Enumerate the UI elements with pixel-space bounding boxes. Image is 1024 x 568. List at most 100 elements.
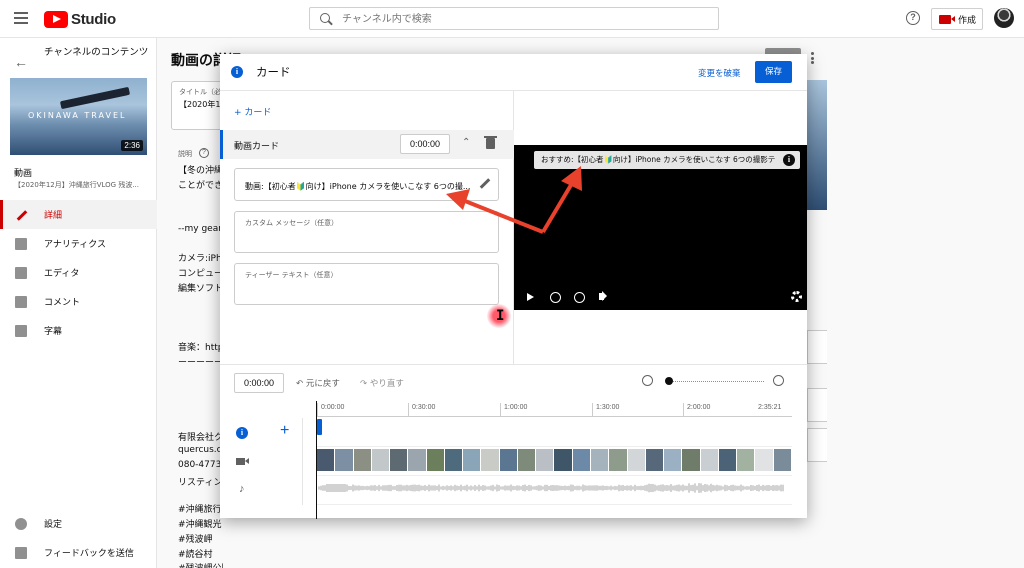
thumbnail-brand-text: OKINAWA TRAVEL: [28, 111, 127, 120]
more-vert-icon[interactable]: [811, 52, 814, 64]
cards-track[interactable]: [317, 418, 792, 447]
save-button[interactable]: 保存: [755, 61, 792, 83]
chevron-up-icon[interactable]: ⌃: [462, 137, 470, 148]
edit-pencil-icon[interactable]: [479, 177, 491, 189]
search-icon: [320, 13, 330, 23]
filmstrip-frame: [627, 449, 646, 471]
menu-icon[interactable]: [14, 12, 28, 24]
description-line: --my gear--: [178, 224, 223, 234]
sidebar-item-label: 設定: [44, 520, 63, 530]
video-camera-icon: [939, 14, 955, 24]
feedback-icon: [15, 546, 27, 559]
comment-icon: [15, 295, 27, 308]
sidebar-item-label: エディタ: [44, 269, 80, 279]
playhead[interactable]: [316, 401, 317, 519]
account-avatar[interactable]: [994, 8, 1014, 28]
add-card-icon[interactable]: +: [280, 422, 289, 440]
zoom-out-icon[interactable]: [642, 375, 653, 386]
volume-icon[interactable]: [599, 291, 607, 301]
video-camera-icon: [236, 458, 249, 465]
back-arrow-icon[interactable]: ←: [14, 54, 28, 70]
description-line: ことができ: [178, 181, 223, 191]
sidebar: ← チャンネルのコンテンツ OKINAWA TRAVEL 2:36 動画 【20…: [0, 38, 157, 568]
forward-icon[interactable]: [574, 292, 585, 303]
channel-content-link[interactable]: チャンネルのコンテンツ: [44, 46, 149, 59]
background-edit-box[interactable]: [807, 428, 827, 462]
ruler-tick-label: 1:30:00: [592, 403, 619, 417]
play-icon[interactable]: [527, 293, 534, 301]
sidebar-item-comments[interactable]: コメント: [0, 287, 157, 316]
linked-video-field[interactable]: 動画:【初心者🔰向け】iPhone カメラを使いこなす 6つの撮...: [234, 168, 499, 201]
rewind-icon[interactable]: [550, 292, 561, 303]
info-icon[interactable]: i: [783, 154, 795, 166]
help-icon[interactable]: ?: [199, 148, 209, 158]
title-field-value: 【2020年12: [179, 100, 226, 109]
youtube-studio-logo[interactable]: Studio: [44, 10, 116, 28]
background-dropdown[interactable]: [807, 330, 827, 364]
description-line: #沖縄旅行: [178, 505, 222, 515]
card-preview-player[interactable]: おすすめ:【初心者🔰向け】iPhone カメラを使いこなす 6つの撮影テ... …: [514, 145, 807, 310]
filmstrip-frame: [335, 449, 354, 471]
pencil-icon: [15, 209, 27, 221]
filmstrip-frame: [737, 449, 756, 471]
teaser-text-placeholder: ティーザー テキスト（任意）: [245, 271, 338, 279]
music-note-icon: ♪: [239, 483, 245, 495]
background-edit-box[interactable]: [807, 388, 827, 422]
zoom-in-icon[interactable]: [773, 375, 784, 386]
zoom-slider-knob[interactable]: [665, 377, 673, 385]
filmstrip-frame: [554, 449, 573, 471]
cards-track-header: i +: [220, 418, 303, 447]
filmstrip-frame: [700, 449, 719, 471]
create-button[interactable]: 作成: [931, 8, 983, 30]
ruler-tick-label: 2:35:21: [758, 404, 782, 411]
custom-message-field[interactable]: カスタム メッセージ（任意）: [234, 211, 499, 253]
youtube-play-icon: [44, 10, 68, 28]
sidebar-item-feedback[interactable]: フィードバックを送信: [0, 538, 157, 567]
description-line: リスティン: [178, 478, 223, 488]
filmstrip-frame: [390, 449, 409, 471]
description-line: #残波岬公園: [178, 561, 223, 568]
description-line: カメラ:iPh: [178, 254, 222, 264]
sidebar-item-label: フィードバックを送信: [44, 549, 134, 559]
discard-changes-button[interactable]: 変更を破棄: [698, 67, 741, 79]
filmstrip-frame: [371, 449, 391, 471]
gear-icon[interactable]: [791, 291, 802, 302]
sidebar-item-subtitles[interactable]: 字幕: [0, 316, 157, 345]
subtitles-icon: [15, 324, 27, 337]
undo-button[interactable]: ↶ 元に戻す: [296, 377, 340, 389]
add-card-button[interactable]: + カード: [234, 105, 271, 118]
redo-button[interactable]: ↷ やり直す: [360, 377, 404, 389]
filmstrip-frame: [481, 449, 500, 471]
dialog-header: i カード 変更を破棄 保存: [220, 54, 807, 91]
teaser-text-field[interactable]: ティーザー テキスト（任意）: [234, 263, 499, 305]
card-teaser-text: おすすめ:【初心者🔰向け】iPhone カメラを使いこなす 6つの撮影テ...: [541, 155, 776, 164]
sidebar-item-label: アナリティクス: [44, 240, 107, 250]
zoom-slider-track[interactable]: [668, 381, 764, 382]
description-line: #読谷村: [178, 550, 213, 560]
filmstrip-frame: [645, 449, 665, 471]
dialog-title: カード: [256, 65, 291, 79]
description-line: 音楽：http: [178, 343, 223, 353]
card-marker[interactable]: [317, 419, 322, 435]
trash-icon[interactable]: [484, 136, 497, 149]
timeline-ruler[interactable]: 0:00:00 0:30:00 1:00:00 1:30:00 2:00:00 2:35:…: [317, 403, 792, 417]
filmstrip-frame: [408, 449, 427, 471]
filmstrip-frame: [664, 449, 683, 471]
audio-track-header: ♪: [220, 476, 303, 505]
card-editor-pane: + カード 動画カード 0:00:00 ⌃ 動画:【初心者🔰向け】iPhone …: [220, 91, 514, 364]
airplane-wing-image: [59, 86, 131, 110]
help-icon[interactable]: ?: [906, 11, 920, 25]
video-filmstrip[interactable]: [317, 449, 792, 471]
sidebar-item-analytics[interactable]: アナリティクス: [0, 229, 157, 258]
channel-search[interactable]: [309, 7, 719, 30]
sidebar-item-details[interactable]: 詳細: [0, 200, 157, 229]
cards-dialog: i カード 変更を破棄 保存 + カード 動画カード 0:00:00 ⌃ 動画:…: [220, 54, 807, 519]
sidebar-item-editor[interactable]: エディタ: [0, 258, 157, 287]
card-start-time-input[interactable]: 0:00:00: [400, 134, 450, 154]
card-list-item[interactable]: 動画カード 0:00:00 ⌃: [220, 130, 514, 159]
filmstrip-frame: [317, 449, 336, 471]
video-thumbnail[interactable]: OKINAWA TRAVEL 2:36: [10, 78, 147, 155]
sidebar-item-settings[interactable]: 設定: [0, 509, 157, 538]
timeline-time-input[interactable]: 0:00:00: [234, 373, 284, 393]
search-input[interactable]: [342, 11, 702, 27]
